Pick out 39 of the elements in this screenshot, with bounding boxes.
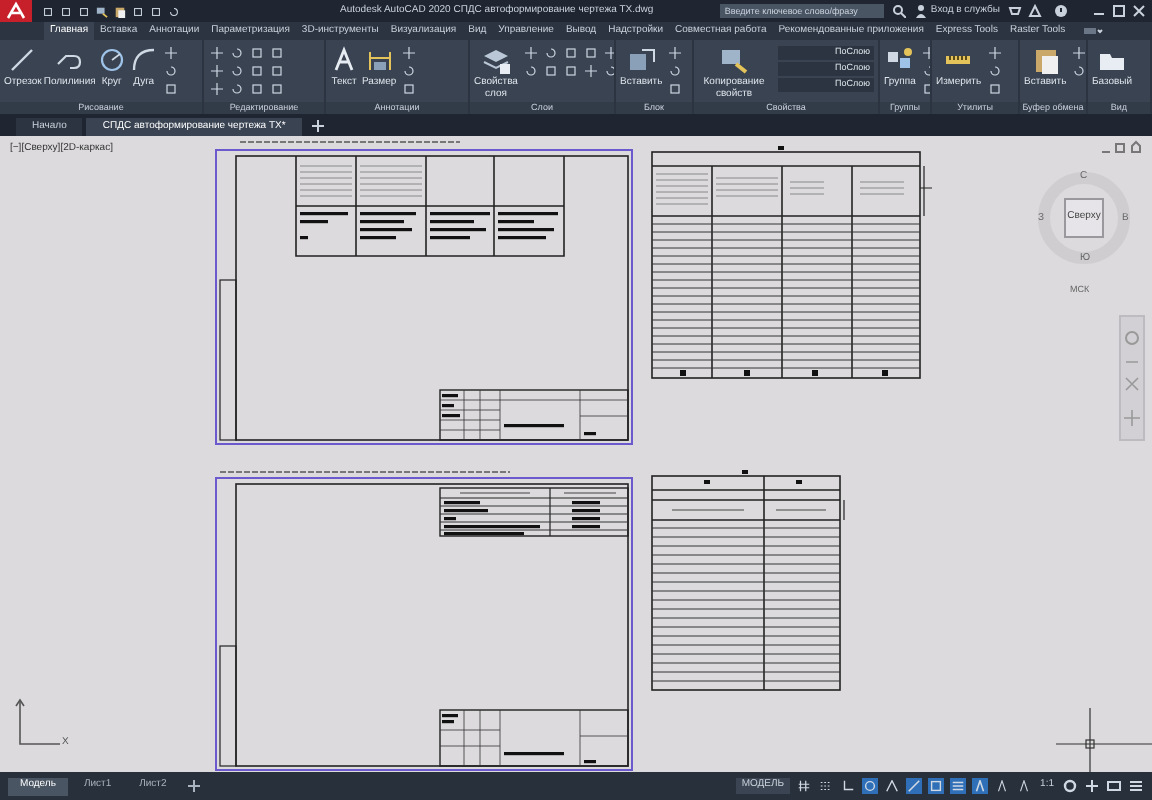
user-icon[interactable] <box>914 4 929 18</box>
square-icon[interactable] <box>42 5 54 17</box>
lines-icon[interactable] <box>950 778 967 794</box>
plus-icon[interactable] <box>186 778 203 794</box>
gear-icon[interactable] <box>1062 778 1078 794</box>
ucs-icon <box>15 698 61 745</box>
dotted-grid-icon[interactable] <box>818 778 835 794</box>
panel-toggle-icon[interactable] <box>1083 26 1104 36</box>
grid-icon[interactable] <box>796 778 813 794</box>
close-icon[interactable] <box>1132 4 1146 18</box>
layers-icon <box>481 46 510 74</box>
arc-icon <box>129 46 158 74</box>
line-icon <box>8 46 37 74</box>
app-logo-icon[interactable] <box>0 0 32 22</box>
square-icon[interactable] <box>928 778 945 794</box>
brush-icon <box>720 46 748 74</box>
monitor-icon[interactable] <box>1106 778 1122 794</box>
clipboard-icon[interactable] <box>114 5 126 17</box>
clipboard-icon <box>1031 46 1060 74</box>
square-icon[interactable] <box>150 5 162 17</box>
menu-icon[interactable] <box>1128 778 1144 794</box>
plus-icon[interactable] <box>309 118 326 134</box>
maximize-icon[interactable] <box>1112 4 1126 18</box>
triangle-icon[interactable] <box>972 778 989 794</box>
diagonal-line-icon[interactable] <box>906 778 923 794</box>
block-icon <box>627 46 656 74</box>
triangle-icon[interactable] <box>1028 4 1042 18</box>
angle-icon[interactable] <box>840 778 857 794</box>
brush-icon[interactable] <box>96 5 108 17</box>
plus-icon[interactable] <box>1084 778 1100 794</box>
restore-icon[interactable] <box>1115 143 1125 153</box>
circle-icon[interactable] <box>862 778 879 794</box>
dimension-icon <box>365 46 394 74</box>
circle-icon <box>97 46 126 74</box>
group-icon <box>885 46 914 74</box>
square-icon[interactable] <box>132 5 144 17</box>
text-tool-icon <box>330 46 358 74</box>
square-icon[interactable] <box>60 5 72 17</box>
square-icon[interactable] <box>78 5 90 17</box>
